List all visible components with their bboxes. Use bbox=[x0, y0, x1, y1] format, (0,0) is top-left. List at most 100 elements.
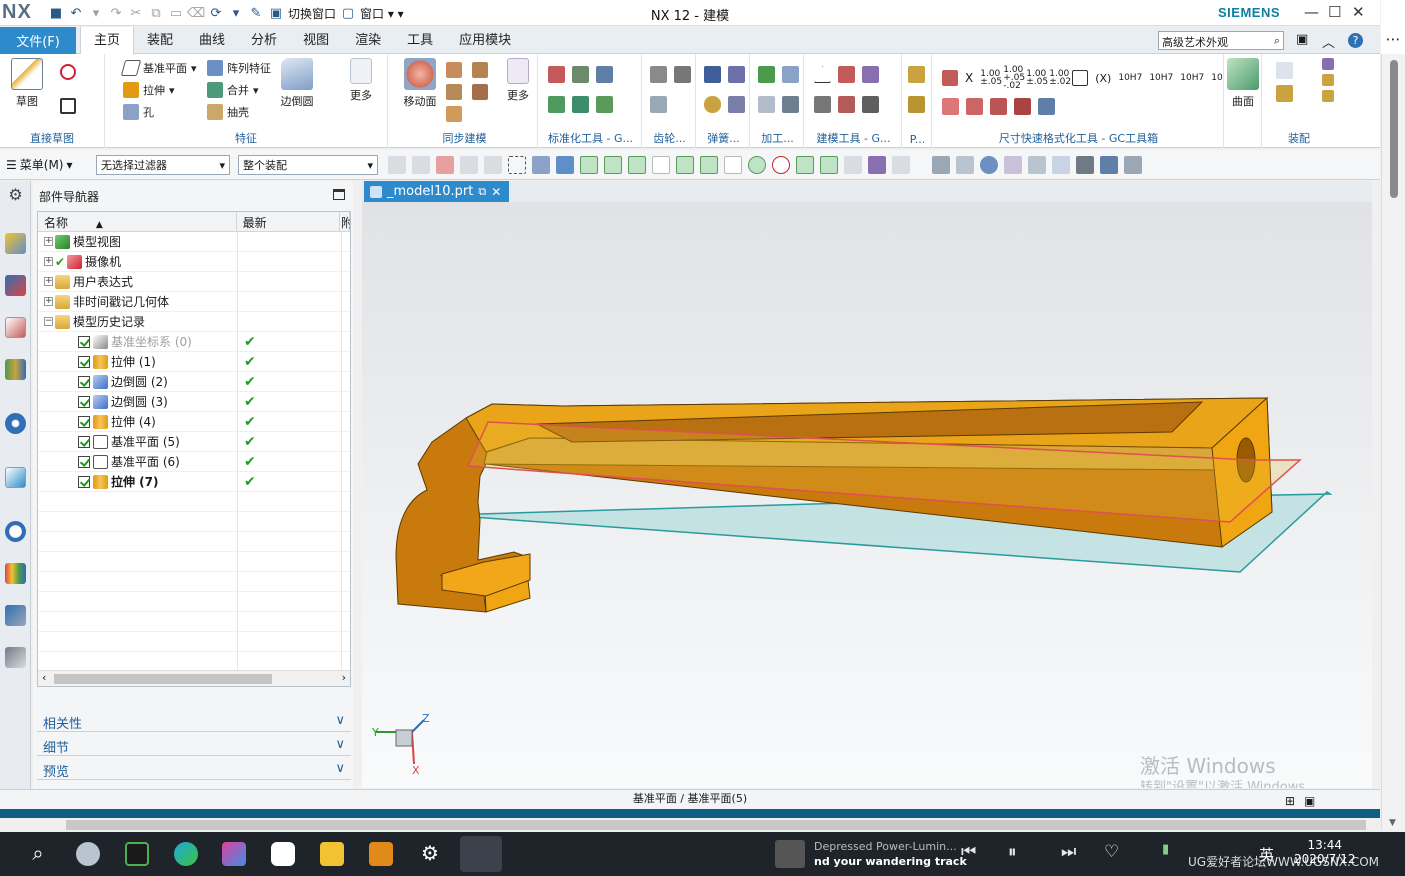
tol-2[interactable]: 1.00 +.05 -.02 bbox=[1003, 66, 1025, 91]
triangle-icon[interactable] bbox=[814, 66, 831, 83]
visibility-checkbox[interactable] bbox=[78, 415, 90, 428]
snap-control-icon[interactable] bbox=[676, 156, 694, 174]
extrude-button[interactable]: 拉伸 ▾ bbox=[123, 82, 175, 98]
dimension-icon[interactable] bbox=[1038, 98, 1055, 115]
column-latest-header[interactable]: 最新 bbox=[237, 212, 340, 231]
settings-gear-icon[interactable]: ⚙ bbox=[418, 842, 442, 866]
panel-details[interactable]: 细节 ∨ bbox=[37, 734, 351, 756]
edge-blend-button[interactable]: 边倒圆 bbox=[273, 58, 321, 109]
visibility-checkbox[interactable] bbox=[78, 475, 90, 488]
tree-row[interactable]: 拉伸 (1) ✔ bbox=[38, 352, 350, 372]
clock-icon[interactable] bbox=[5, 521, 26, 542]
machining-icon[interactable] bbox=[782, 66, 799, 83]
tool-icon[interactable] bbox=[460, 156, 478, 174]
spring-icon[interactable] bbox=[704, 66, 721, 83]
dimension-icon[interactable] bbox=[942, 70, 958, 86]
switch-window-button[interactable]: 切换窗口 bbox=[288, 5, 336, 22]
sync-tool-icon[interactable] bbox=[446, 62, 462, 78]
search-icon[interactable]: ⌕ bbox=[26, 842, 50, 866]
heart-icon[interactable]: ♡ bbox=[1104, 842, 1119, 862]
tol-3[interactable]: 1.00 ±.05 bbox=[1026, 70, 1048, 87]
web-browser-icon[interactable] bbox=[5, 413, 26, 434]
tree-row[interactable]: 边倒圆 (3) ✔ bbox=[38, 392, 350, 412]
touch-mode-icon[interactable]: ✎ bbox=[248, 5, 264, 21]
tool-icon[interactable] bbox=[1124, 156, 1142, 174]
render-style-icon[interactable] bbox=[1076, 156, 1094, 174]
help-icon[interactable]: ? bbox=[1348, 33, 1363, 48]
tab-curve[interactable]: 曲线 bbox=[186, 27, 238, 54]
tree-cell-name[interactable]: − 模型历史记录 bbox=[38, 312, 238, 331]
tree-row[interactable]: 基准平面 (6) ✔ bbox=[38, 452, 350, 472]
tool-icon[interactable] bbox=[572, 96, 589, 113]
column-extra-header[interactable]: 附 bbox=[340, 212, 350, 231]
move-face-button[interactable]: 移动面 bbox=[396, 58, 444, 109]
app-icon[interactable] bbox=[271, 842, 295, 866]
tool-icon[interactable] bbox=[814, 96, 831, 113]
edge-browser-icon[interactable] bbox=[174, 842, 198, 866]
machining-icon[interactable] bbox=[782, 96, 799, 113]
machining-icon[interactable] bbox=[758, 66, 775, 83]
tree-cell-name[interactable]: + 非时间戳记几何体 bbox=[38, 292, 238, 311]
paste-icon[interactable]: ▭ bbox=[168, 5, 184, 21]
sync-tool-icon[interactable] bbox=[446, 106, 462, 122]
machining-icon[interactable] bbox=[758, 96, 775, 113]
tol-1[interactable]: 1.00 ±.05 bbox=[980, 70, 1002, 87]
pause-icon[interactable]: ⏸ bbox=[1008, 842, 1017, 862]
zoom-icon[interactable] bbox=[956, 156, 974, 174]
dimension-icon[interactable] bbox=[990, 98, 1007, 115]
app-icon[interactable] bbox=[222, 842, 246, 866]
tab-model10[interactable]: _model10.prt ⧉ ✕ bbox=[364, 181, 510, 202]
tool-icon[interactable] bbox=[596, 96, 613, 113]
shell-button[interactable]: 抽壳 bbox=[207, 104, 249, 120]
assembly-icon[interactable] bbox=[1276, 62, 1293, 79]
datum-plane-button[interactable]: 基准平面 ▾ bbox=[120, 60, 197, 76]
maximize-panel-icon[interactable] bbox=[333, 189, 345, 200]
tree-cell-name[interactable]: 基准平面 (6) bbox=[38, 452, 238, 471]
spring-icon[interactable] bbox=[704, 96, 721, 113]
vertical-scrollbar[interactable]: ▼ bbox=[1381, 54, 1405, 830]
snap-existing-icon[interactable] bbox=[796, 156, 814, 174]
tol-8[interactable]: 10H7 bbox=[1180, 73, 1204, 83]
tree-cell-name[interactable]: 基准坐标系 (0) bbox=[38, 332, 238, 351]
tab-applications[interactable]: 应用模块 bbox=[446, 27, 524, 54]
tool-icon[interactable] bbox=[838, 66, 855, 83]
panel-preview[interactable]: 预览 ∨ bbox=[37, 758, 351, 780]
assembly-icon[interactable] bbox=[1322, 74, 1334, 86]
dimension-icon[interactable] bbox=[1014, 98, 1031, 115]
tool-icon[interactable] bbox=[412, 156, 430, 174]
tool-icon[interactable] bbox=[572, 66, 589, 83]
snap-spline-icon[interactable] bbox=[700, 156, 718, 174]
nx-app-icon[interactable] bbox=[460, 836, 502, 872]
tree-row[interactable]: 拉伸 (7) ✔ bbox=[38, 472, 350, 492]
tree-cell-name[interactable]: 拉伸 (4) bbox=[38, 412, 238, 431]
previous-track-icon[interactable]: ⏮ bbox=[961, 842, 976, 862]
pan-icon[interactable] bbox=[1004, 156, 1022, 174]
assembly-navigator-icon[interactable] bbox=[5, 233, 26, 254]
next-track-icon[interactable]: ⏭ bbox=[1061, 842, 1076, 862]
tool-icon[interactable] bbox=[484, 156, 502, 174]
dropdown-icon[interactable]: ▾ bbox=[228, 5, 244, 21]
copy-icon[interactable]: ⧉ bbox=[148, 5, 164, 21]
tree-row[interactable]: + ✔ 摄像机 bbox=[38, 252, 350, 272]
scrollbar-thumb[interactable] bbox=[54, 674, 272, 684]
scroll-left-icon[interactable]: ‹ bbox=[42, 671, 46, 684]
tab-analysis[interactable]: 分析 bbox=[238, 27, 290, 54]
tool-icon[interactable] bbox=[388, 156, 406, 174]
undo-icon[interactable]: ↶ bbox=[68, 5, 84, 21]
tree-row[interactable]: + 非时间戳记几何体 bbox=[38, 292, 350, 312]
tool-icon[interactable] bbox=[908, 66, 925, 83]
tool-icon[interactable] bbox=[532, 156, 550, 174]
type-filter-select[interactable]: 无选择过滤器 ▾ bbox=[96, 155, 230, 175]
roles-icon[interactable] bbox=[5, 647, 26, 668]
gear-icon[interactable] bbox=[650, 66, 667, 83]
snap-endpoint-icon[interactable] bbox=[604, 156, 622, 174]
redo-icon[interactable]: ↷ bbox=[108, 5, 124, 21]
gear-icon[interactable] bbox=[650, 96, 667, 113]
window-icon[interactable]: ▢ bbox=[340, 5, 356, 21]
unite-button[interactable]: 合并 ▾ bbox=[207, 82, 259, 98]
graphics-window[interactable]: Y Z X 激活 Windows 转到"设置"以激活 Windows。 bbox=[362, 202, 1372, 788]
tree-cell-name[interactable]: 基准平面 (5) bbox=[38, 432, 238, 451]
tool-icon[interactable] bbox=[844, 156, 862, 174]
selection-scope-select[interactable]: 整个装配 ▾ bbox=[238, 155, 378, 175]
scroll-down-icon[interactable]: ▼ bbox=[1389, 818, 1396, 828]
